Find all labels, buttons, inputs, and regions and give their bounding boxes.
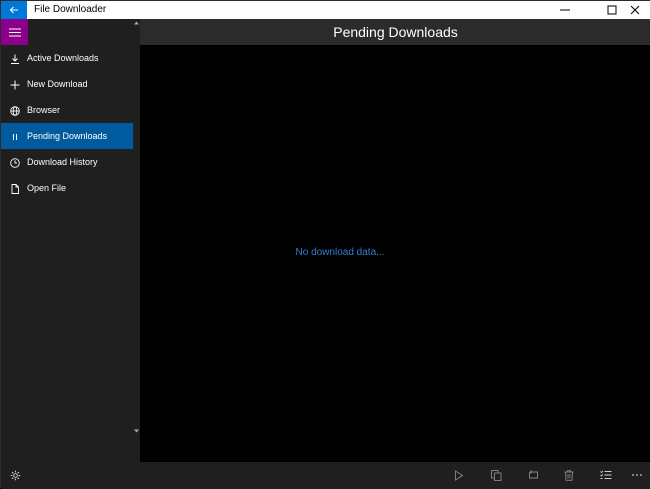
sidebar-item-pending-downloads[interactable]: Pending Downloads [1, 123, 133, 149]
sidebar-scroll-down[interactable] [133, 427, 140, 435]
hamburger-icon [8, 28, 21, 36]
settings-icon [10, 470, 20, 480]
app-window: File Downloader Active Downloads New Dow… [0, 0, 650, 489]
window-title: File Downloader [34, 4, 107, 15]
pause-icon [9, 131, 20, 142]
sidebar-item-label: Download History [27, 157, 98, 167]
globe-icon [9, 105, 20, 116]
close-icon [630, 5, 639, 15]
sidebar-item-label: Browser [27, 105, 61, 115]
close-button[interactable] [618, 1, 650, 19]
sidebar-item-open-file[interactable]: Open File [1, 175, 133, 201]
chevron-up-icon [134, 21, 139, 25]
minimize-icon [560, 9, 570, 11]
plus-icon [9, 79, 20, 90]
sidebar-item-browser[interactable]: Browser [1, 97, 133, 123]
play-icon [455, 469, 464, 481]
clock-icon [9, 157, 20, 168]
empty-state-message: No download data... [295, 247, 385, 258]
page-title: Pending Downloads [333, 24, 458, 40]
loop-icon [528, 470, 538, 479]
download-icon [9, 53, 20, 64]
maximize-icon [607, 5, 617, 15]
command-bar [1, 462, 650, 489]
sidebar-scroll-up[interactable] [133, 19, 140, 27]
hamburger-button[interactable] [1, 19, 28, 45]
settings-button[interactable] [8, 468, 22, 482]
sidebar: Active Downloads New Download Browser Pe… [1, 19, 140, 462]
more-icon [632, 474, 642, 476]
copy-icon [490, 469, 501, 481]
sidebar-item-label: Open File [27, 183, 67, 193]
sidebar-item-label: New Download [27, 79, 88, 89]
sidebar-item-active-downloads[interactable]: Active Downloads [1, 45, 133, 71]
file-icon [9, 183, 20, 194]
start-button[interactable] [452, 468, 466, 482]
delete-button[interactable] [562, 468, 576, 482]
chevron-down-icon [134, 429, 139, 433]
trash-icon [564, 469, 574, 481]
sidebar-item-download-history[interactable]: Download History [1, 149, 133, 175]
sidebar-item-new-download[interactable]: New Download [1, 71, 133, 97]
back-button[interactable] [1, 1, 27, 19]
minimize-button[interactable] [548, 1, 582, 19]
more-button[interactable] [630, 468, 644, 482]
sidebar-item-label: Pending Downloads [27, 131, 108, 141]
back-arrow-icon [9, 6, 18, 14]
sidebar-item-label: Active Downloads [27, 53, 99, 63]
title-bar: File Downloader [1, 1, 650, 19]
nav-list: Active Downloads New Download Browser Pe… [1, 45, 133, 201]
page-header: Pending Downloads [140, 19, 650, 45]
select-button[interactable] [599, 468, 613, 482]
copy-button[interactable] [489, 468, 503, 482]
main-content: No download data... [140, 45, 650, 462]
checklist-icon [600, 470, 612, 479]
retry-button[interactable] [526, 468, 540, 482]
